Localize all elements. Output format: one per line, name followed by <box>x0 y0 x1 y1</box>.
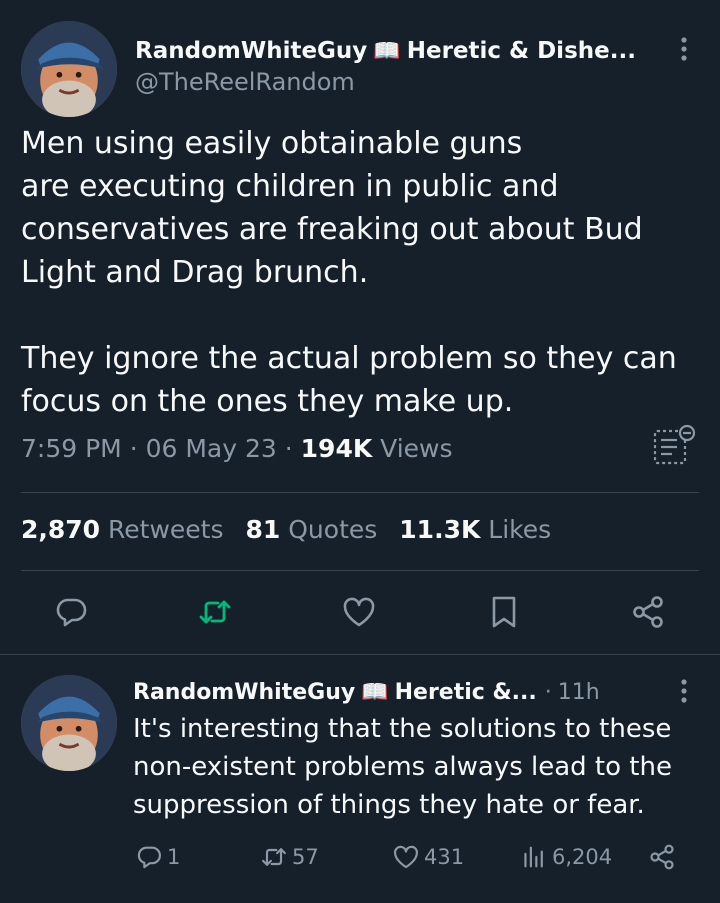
edit-history-icon[interactable] <box>652 424 698 468</box>
author-name-row[interactable]: RandomWhiteGuy 📖 Heretic & Dishe... <box>135 33 675 69</box>
tweet-date[interactable]: 06 May 23 <box>146 434 277 463</box>
likes-stat[interactable]: 11.3K Likes <box>399 515 551 544</box>
reply-text: It's interesting that the solutions to t… <box>133 714 672 820</box>
reply-header: RandomWhiteGuy 📖 Heretic &... · 11h <box>133 675 673 709</box>
reply-like-button[interactable]: 431 <box>392 843 464 871</box>
reply-icon <box>56 598 87 627</box>
share-button[interactable] <box>630 594 666 630</box>
reply-author-avatar[interactable] <box>21 675 117 771</box>
reply-reply-button[interactable]: 1 <box>135 843 180 871</box>
retweet-icon <box>262 848 286 866</box>
tweet-time[interactable]: 7:59 PM <box>21 434 122 463</box>
bookmark-button[interactable] <box>486 594 522 630</box>
analytics-icon <box>524 846 543 868</box>
avatar-image <box>21 675 117 771</box>
reply-separator: · <box>544 679 552 705</box>
author-handle[interactable]: @TheReelRandom <box>135 68 355 96</box>
thread-divider <box>0 654 720 655</box>
reply-views-button[interactable]: 6,204 <box>520 843 612 871</box>
quotes-label: Quotes <box>288 515 378 544</box>
reply-age[interactable]: 11h <box>558 680 600 705</box>
retweet-icon <box>199 600 231 624</box>
heart-icon <box>343 597 375 627</box>
reply-retweet-button[interactable]: 57 <box>260 843 319 871</box>
quotes-count: 81 <box>245 515 281 544</box>
share-icon <box>633 596 663 628</box>
reply-retweets-count: 57 <box>292 845 319 869</box>
reply-replies-count: 1 <box>167 845 181 869</box>
retweets-stat[interactable]: 2,870 Retweets <box>21 515 224 544</box>
likes-label: Likes <box>488 515 552 544</box>
author-display-name[interactable]: RandomWhiteGuy <box>135 38 367 64</box>
views-label: Views <box>380 434 453 463</box>
reply-name-suffix: Heretic &... <box>394 679 537 705</box>
share-icon <box>650 844 674 870</box>
author-name-suffix: Heretic & Dishe... <box>406 38 636 64</box>
book-emoji: 📖 <box>361 679 389 705</box>
engagement-stats: 2,870 Retweets 81 Quotes 11.3K Likes <box>21 515 551 544</box>
tweet-meta: 7:59 PM · 06 May 23 · 194K Views <box>21 434 453 463</box>
heart-icon <box>394 845 418 869</box>
author-avatar[interactable] <box>21 21 117 117</box>
likes-count: 11.3K <box>399 515 481 544</box>
reply-icon <box>137 846 161 869</box>
quotes-stat[interactable]: 81 Quotes <box>246 515 378 544</box>
reply-likes-count: 431 <box>424 845 465 869</box>
retweets-label: Retweets <box>108 515 224 544</box>
retweets-count: 2,870 <box>21 515 101 544</box>
reply-display-name[interactable]: RandomWhiteGuy <box>133 680 355 705</box>
reply-share-button[interactable] <box>648 843 680 871</box>
divider <box>21 492 699 493</box>
tweet-text: Men using easily obtainable guns are exe… <box>21 126 677 419</box>
like-button[interactable] <box>341 594 377 630</box>
meta-separator: · <box>284 434 301 463</box>
avatar-image <box>21 21 117 117</box>
book-emoji: 📖 <box>373 38 401 64</box>
reply-button[interactable] <box>53 594 89 630</box>
divider <box>21 570 699 571</box>
bookmark-icon <box>492 596 516 628</box>
reply-views-count: 6,204 <box>552 845 613 869</box>
meta-separator: · <box>129 434 146 463</box>
reply-more-options-icon[interactable] <box>679 678 689 711</box>
more-options-icon[interactable] <box>679 36 689 69</box>
retweet-button[interactable] <box>197 594 233 630</box>
views-count: 194K <box>300 434 373 463</box>
